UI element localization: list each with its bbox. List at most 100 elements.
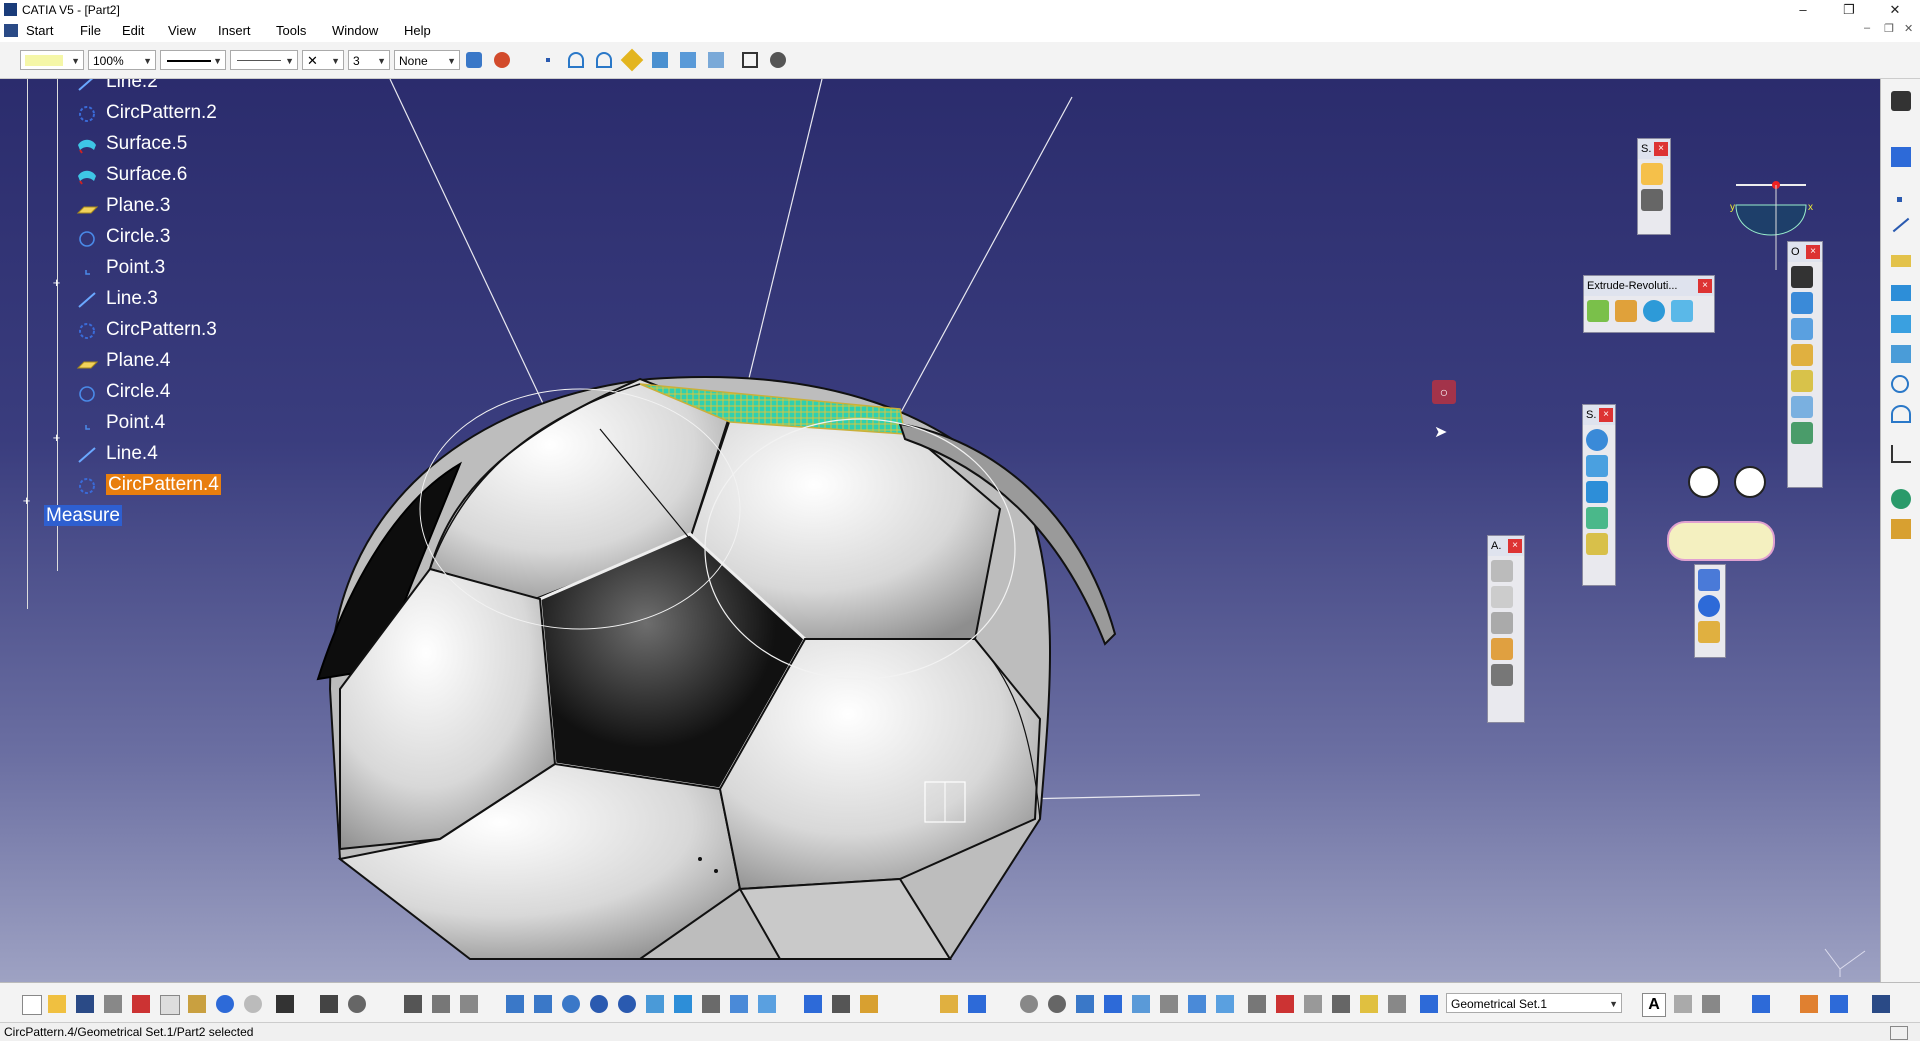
- expand-line-2-icon[interactable]: +: [51, 79, 62, 81]
- frame-icon[interactable]: [1702, 995, 1720, 1013]
- tree-item-line-3[interactable]: Line.3: [78, 284, 158, 314]
- mdi-close-icon[interactable]: ✕: [1904, 22, 1913, 35]
- mdi-restore-icon[interactable]: ❐: [1884, 22, 1894, 35]
- curve-icon[interactable]: [568, 52, 584, 68]
- axis-icon[interactable]: [1076, 995, 1094, 1013]
- transparency-combo[interactable]: 100% ▼: [88, 50, 156, 70]
- whats-this-icon[interactable]: [276, 995, 294, 1013]
- tree-item-line-2[interactable]: Line.2: [78, 79, 158, 97]
- sketcher-icon[interactable]: [1891, 147, 1911, 167]
- select-mode-icon[interactable]: [1641, 189, 1663, 211]
- fit-all-icon[interactable]: [506, 995, 524, 1013]
- sphere-icon[interactable]: [1643, 300, 1665, 322]
- redo-icon[interactable]: [244, 995, 262, 1013]
- cut-icon[interactable]: [132, 995, 150, 1013]
- disassemble-icon[interactable]: [1276, 995, 1294, 1013]
- split-view-icon[interactable]: [1388, 995, 1406, 1013]
- flag-note-icon[interactable]: [1491, 586, 1513, 608]
- copy-icon[interactable]: [160, 995, 180, 1015]
- menu-window[interactable]: Window: [332, 23, 378, 38]
- tree-icon[interactable]: [1304, 995, 1322, 1013]
- rt-spline-icon[interactable]: [1891, 405, 1911, 423]
- body-icon[interactable]: [1216, 995, 1234, 1013]
- container-icon[interactable]: [1188, 995, 1206, 1013]
- text-annotation-icon[interactable]: [1491, 560, 1513, 582]
- view-icon[interactable]: [1491, 612, 1513, 634]
- tree-item-line-4[interactable]: Line.4: [78, 439, 158, 469]
- line-thickness-combo[interactable]: ▼: [230, 50, 298, 70]
- blend-icon[interactable]: [1586, 533, 1608, 555]
- fillet-icon[interactable]: [1791, 344, 1813, 366]
- layers-icon[interactable]: [1104, 995, 1122, 1013]
- knowledge-advisor-icon[interactable]: [1667, 521, 1775, 561]
- normal-view-icon[interactable]: [646, 995, 664, 1013]
- menu-help[interactable]: Help: [404, 23, 431, 38]
- tree-item-point-3[interactable]: Point.3: [85, 253, 165, 283]
- properties-icon[interactable]: [494, 52, 510, 68]
- close-button[interactable]: ✕: [1872, 0, 1918, 20]
- mdi-minimize-icon[interactable]: –: [1864, 22, 1870, 34]
- minimize-button[interactable]: –: [1780, 0, 1826, 20]
- rt-projection-icon[interactable]: [1891, 285, 1911, 301]
- select-arrow-icon[interactable]: [1641, 163, 1663, 185]
- tree-item-surface-5[interactable]: Surface.5: [78, 129, 187, 159]
- 3d-viewport[interactable]: Line.2 CircPattern.2 Surface.5 Surface.6…: [0, 79, 1880, 982]
- tree-item-circle-4[interactable]: Circle.4: [79, 377, 170, 407]
- transform-pattern-icon[interactable]: [1698, 595, 1720, 617]
- rt-analysis-icon[interactable]: [1891, 519, 1911, 539]
- workbench-switch-icon[interactable]: [1830, 995, 1848, 1013]
- list-icon[interactable]: [1132, 995, 1150, 1013]
- print-icon[interactable]: [104, 995, 122, 1013]
- extract-icon[interactable]: [652, 52, 668, 68]
- sync-icon[interactable]: [1020, 995, 1038, 1013]
- tree-item-plane-4[interactable]: Plane.4: [76, 346, 170, 376]
- tree-item-measure[interactable]: Measure: [44, 501, 122, 531]
- apply-material-icon[interactable]: [940, 995, 958, 1013]
- save-icon[interactable]: [76, 995, 94, 1013]
- transform-translate-icon[interactable]: [1698, 569, 1720, 591]
- fill-surface-icon[interactable]: [620, 48, 644, 72]
- shading-icon[interactable]: [702, 995, 720, 1013]
- painter-icon[interactable]: [466, 52, 482, 68]
- symmetry-icon[interactable]: [1791, 422, 1813, 444]
- search-icon[interactable]: [1360, 995, 1378, 1013]
- zoom-out-icon[interactable]: [618, 995, 636, 1013]
- new-icon[interactable]: [22, 995, 42, 1015]
- iso-view-icon[interactable]: [674, 995, 692, 1013]
- restore-button[interactable]: ❐: [1826, 0, 1872, 20]
- line-weight-combo[interactable]: 3 ▼: [348, 50, 390, 70]
- extrude-toolbar-close-button[interactable]: ×: [1698, 279, 1712, 293]
- measure-between-icon[interactable]: [804, 995, 822, 1013]
- swap-visible-icon[interactable]: [758, 995, 776, 1013]
- snap-icon[interactable]: [770, 52, 786, 68]
- select-toolbar-close-button[interactable]: ×: [1654, 142, 1668, 156]
- rt-point-icon[interactable]: [1897, 197, 1902, 202]
- rt-axis-icon[interactable]: [1891, 445, 1911, 463]
- surfaces-toolbar-close-button[interactable]: ×: [1599, 408, 1613, 422]
- translate-icon[interactable]: [1791, 370, 1813, 392]
- measure-inertia-icon[interactable]: [860, 995, 878, 1013]
- offset-icon[interactable]: [1586, 429, 1608, 451]
- workbench-icon[interactable]: [1891, 91, 1911, 111]
- extrude-icon[interactable]: [1587, 300, 1609, 322]
- loft-icon[interactable]: [1586, 507, 1608, 529]
- annotation-plane-icon[interactable]: [1491, 638, 1513, 660]
- annotations-toolbar-close-button[interactable]: ×: [1508, 539, 1522, 553]
- catalog-icon[interactable]: [432, 995, 450, 1013]
- menu-insert[interactable]: Insert: [218, 23, 251, 38]
- tree-item-point-4[interactable]: Point.4: [85, 408, 165, 438]
- hide-show-icon[interactable]: [730, 995, 748, 1013]
- boundary-icon[interactable]: [1248, 995, 1266, 1013]
- point-symbol-combo[interactable]: ✕ ▼: [302, 50, 344, 70]
- expand-line-3-icon[interactable]: +: [51, 276, 62, 289]
- comment-icon[interactable]: [348, 995, 366, 1013]
- hand-icon[interactable]: [1048, 995, 1066, 1013]
- operations-toolbar-close-button[interactable]: ×: [1806, 245, 1820, 259]
- open-icon[interactable]: [48, 995, 66, 1013]
- formula-icon[interactable]: [320, 995, 338, 1013]
- join-icon[interactable]: [1791, 266, 1813, 288]
- rt-plane-icon[interactable]: [1891, 255, 1911, 267]
- rt-line-icon[interactable]: [1892, 217, 1910, 233]
- tree-item-plane-3[interactable]: Plane.3: [76, 191, 170, 221]
- menu-file[interactable]: File: [80, 23, 101, 38]
